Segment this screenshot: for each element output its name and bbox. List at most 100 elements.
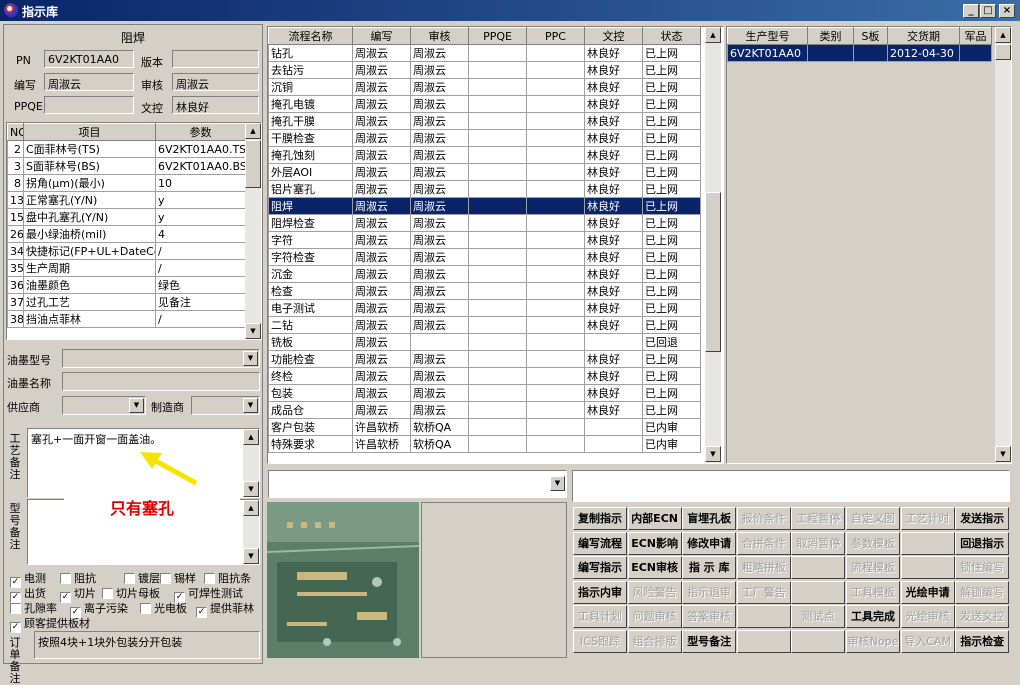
process-cell[interactable]: 周淑云: [352, 197, 411, 215]
param-no[interactable]: 3: [7, 157, 24, 175]
param-value[interactable]: 6V2KT01AA0.TS: [155, 140, 246, 158]
action-button[interactable]: 内部ECN: [627, 507, 682, 530]
process-cell[interactable]: 周淑云: [410, 163, 469, 181]
process-cell[interactable]: 已上网: [642, 214, 701, 232]
process-cell[interactable]: 周淑云: [352, 112, 411, 130]
process-cell[interactable]: [468, 435, 527, 453]
process-cell[interactable]: 已回退: [642, 333, 701, 351]
process-cell[interactable]: 掩孔电镀: [268, 95, 353, 113]
process-cell[interactable]: 许昌软桥: [352, 435, 411, 453]
process-cell[interactable]: 已内审: [642, 435, 701, 453]
process-row[interactable]: 客户包装 许昌软桥 软桥QA 已内审: [268, 418, 701, 436]
empty-button[interactable]: [791, 556, 846, 579]
process-cell[interactable]: 周淑云: [352, 248, 411, 266]
unchecked-icon[interactable]: [204, 573, 215, 584]
process-cell[interactable]: [468, 299, 527, 317]
process-cell[interactable]: 客户包装: [268, 418, 353, 436]
process-cell[interactable]: 林良好: [584, 367, 643, 385]
process-cell[interactable]: 周淑云: [352, 299, 411, 317]
process-row[interactable]: 沉铜 周淑云 周淑云 林良好 已上网: [268, 78, 701, 96]
scroll-down-icon[interactable]: ▼: [245, 323, 261, 339]
process-cell[interactable]: [526, 435, 585, 453]
process-cell[interactable]: [526, 350, 585, 368]
option-checkbox[interactable]: 镀层: [124, 570, 160, 586]
process-cell[interactable]: [526, 78, 585, 96]
param-row[interactable]: 8 拐角(μm)(最小) 10: [7, 174, 246, 192]
process-cell[interactable]: [526, 231, 585, 249]
param-row[interactable]: 26 最小绿油桥(mil) 4: [7, 225, 246, 243]
process-cell[interactable]: [526, 44, 585, 62]
action-button[interactable]: 报价条件: [736, 507, 791, 530]
message-field[interactable]: [572, 470, 1010, 502]
empty-button[interactable]: [900, 531, 955, 555]
process-cell[interactable]: 周淑云: [352, 333, 411, 351]
process-cell[interactable]: [526, 384, 585, 402]
process-cell[interactable]: 周淑云: [352, 231, 411, 249]
process-cell[interactable]: [584, 435, 643, 453]
process-cell[interactable]: 钻孔: [268, 44, 353, 62]
unchecked-icon[interactable]: [102, 588, 113, 599]
chevron-down-icon[interactable]: ▼: [129, 398, 144, 413]
process-cell[interactable]: [526, 163, 585, 181]
action-button[interactable]: ECN审核: [627, 556, 682, 579]
process-row[interactable]: 字符检查 周淑云 周淑云 林良好 已上网: [268, 248, 701, 266]
action-button[interactable]: 指示退审: [682, 580, 737, 604]
process-cell[interactable]: 成品仓: [268, 401, 353, 419]
product-grid[interactable]: 生产型号 类别 S板 交货期 军品 6V2KT01AA0 2012-04-30 ▲ ▼: [726, 26, 1012, 464]
process-cell[interactable]: [468, 146, 527, 164]
process-cell[interactable]: 二钻: [268, 316, 353, 334]
process-col-header[interactable]: 状态: [642, 27, 701, 45]
param-col-item[interactable]: 项目: [23, 123, 156, 141]
process-cell[interactable]: 特殊要求: [268, 435, 353, 453]
process-cell[interactable]: 林良好: [584, 282, 643, 300]
close-button[interactable]: ×: [999, 4, 1015, 18]
process-cell[interactable]: [468, 231, 527, 249]
process-cell[interactable]: 周淑云: [410, 299, 469, 317]
process-cell[interactable]: 已上网: [642, 163, 701, 181]
process-row[interactable]: 铣板 周淑云 已回退: [268, 333, 701, 351]
scroll-up-icon[interactable]: ▲: [245, 123, 261, 139]
option-checkbox[interactable]: 阻抗: [60, 570, 96, 586]
process-cell[interactable]: 周淑云: [410, 401, 469, 419]
param-item[interactable]: 过孔工艺: [23, 293, 156, 311]
process-cell[interactable]: [468, 214, 527, 232]
action-button[interactable]: 指示内审: [573, 580, 627, 604]
process-cell[interactable]: 已上网: [642, 350, 701, 368]
process-cell[interactable]: 林良好: [584, 95, 643, 113]
process-cell[interactable]: 已上网: [642, 282, 701, 300]
process-cell[interactable]: [526, 418, 585, 436]
unchecked-icon[interactable]: [60, 573, 71, 584]
ppqe-field[interactable]: [44, 96, 134, 114]
option-checkbox[interactable]: 阻抗条: [204, 570, 251, 586]
process-cell[interactable]: 已上网: [642, 180, 701, 198]
process-cell[interactable]: 沉铜: [268, 78, 353, 96]
action-button[interactable]: 解锁编写: [955, 580, 1010, 604]
process-cell[interactable]: 周淑云: [352, 367, 411, 385]
param-item[interactable]: C面菲林号(TS): [23, 140, 156, 158]
param-value[interactable]: /: [155, 242, 246, 260]
param-no[interactable]: 34: [7, 242, 24, 260]
process-cell[interactable]: [526, 316, 585, 334]
process-cell[interactable]: [410, 333, 469, 351]
process-cell[interactable]: 周淑云: [410, 367, 469, 385]
process-row[interactable]: 掩孔蚀刻 周淑云 周淑云 林良好 已上网: [268, 146, 701, 164]
process-cell[interactable]: 周淑云: [410, 146, 469, 164]
param-scrollbar[interactable]: ▲ ▼: [245, 123, 261, 339]
option-checkbox[interactable]: 孔隙率: [10, 600, 57, 616]
process-cell[interactable]: 周淑云: [352, 95, 411, 113]
process-row[interactable]: 外层AOI 周淑云 周淑云 林良好 已上网: [268, 163, 701, 181]
param-row[interactable]: 35 生产周期 /: [7, 259, 246, 277]
action-button[interactable]: 答案审核: [682, 605, 737, 628]
param-row[interactable]: 2 C面菲林号(TS) 6V2KT01AA0.TS: [7, 140, 246, 158]
process-cell[interactable]: 干膜检查: [268, 129, 353, 147]
process-cell[interactable]: 周淑云: [352, 214, 411, 232]
pn-field[interactable]: 6V2KT01AA0: [44, 50, 134, 68]
process-cell[interactable]: 周淑云: [410, 112, 469, 130]
model-note-scrollbar[interactable]: ▲ ▼: [243, 500, 259, 564]
process-cell[interactable]: 林良好: [584, 265, 643, 283]
chevron-down-icon[interactable]: ▼: [243, 351, 258, 366]
process-cell[interactable]: 林良好: [584, 146, 643, 164]
process-cell[interactable]: 已上网: [642, 401, 701, 419]
process-cell[interactable]: 周淑云: [352, 265, 411, 283]
checked-icon[interactable]: ✓: [10, 622, 21, 633]
